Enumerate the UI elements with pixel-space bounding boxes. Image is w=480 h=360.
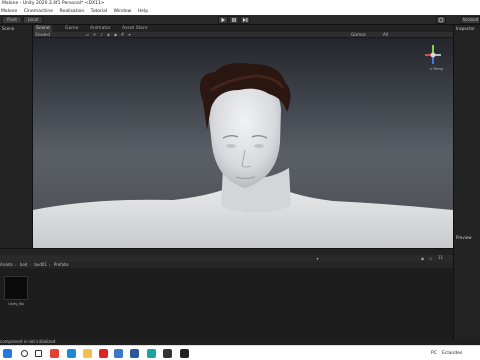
hierarchy-panel: Scene xyxy=(0,25,33,248)
menu-item-window[interactable]: Window xyxy=(114,9,132,14)
breadcrumb-item[interactable]: bod xyxy=(20,262,28,267)
menu-item-realisation[interactable]: Realisation xyxy=(60,9,85,14)
breadcrumb-item[interactable]: bod01 xyxy=(34,262,47,267)
local-toggle[interactable]: Local xyxy=(23,16,43,24)
store-icon[interactable] xyxy=(114,349,123,358)
2d-toggle-icon[interactable]: ▫ xyxy=(85,32,90,37)
windows-start-icon[interactable] xyxy=(3,349,12,358)
tab-animator[interactable]: Animator xyxy=(88,25,113,32)
asset-count-badge: 11 xyxy=(438,255,444,260)
pivot-toggle[interactable]: Pivot xyxy=(2,16,22,24)
chrome-icon[interactable] xyxy=(50,349,59,358)
search-icon[interactable] xyxy=(21,350,28,357)
lighting-toggle-icon[interactable]: ☀ xyxy=(92,32,97,37)
orientation-gizmo[interactable] xyxy=(421,42,445,68)
unity-icon[interactable] xyxy=(180,349,189,358)
account-button[interactable]: Account xyxy=(461,16,480,24)
menu-item-cinemachine[interactable]: Cinemachine xyxy=(24,9,53,14)
filter-icon[interactable]: ◆ xyxy=(420,256,425,261)
account-label: Account xyxy=(462,17,479,22)
local-label: Local xyxy=(27,17,39,22)
step-glyph xyxy=(243,18,248,22)
breadcrumb-separator: › xyxy=(29,262,32,267)
pivot-label: Pivot xyxy=(7,17,17,22)
breadcrumb-item[interactable]: Prefabs xyxy=(54,262,69,267)
effects-toggle-icon[interactable]: ◈ xyxy=(106,32,111,37)
project-toolbar: ▾ ◆ ◇ 11 xyxy=(0,255,453,262)
pause-icon[interactable] xyxy=(229,16,239,24)
pause-glyph xyxy=(232,18,236,22)
audio-toggle-icon[interactable]: ♪ xyxy=(99,32,104,37)
label-icon[interactable]: ◇ xyxy=(428,256,433,261)
edge-icon[interactable] xyxy=(67,349,76,358)
tray-user[interactable]: Eclairdes xyxy=(442,348,462,359)
cloud-icon[interactable] xyxy=(436,16,446,24)
file-explorer-icon[interactable] xyxy=(83,349,92,358)
menu-bar: Malone Cinemachine Realisation Tutorial … xyxy=(0,8,480,15)
tray-label[interactable]: PC xyxy=(431,348,437,359)
left-eye xyxy=(226,144,236,148)
menu-item-malone[interactable]: Malone xyxy=(1,9,17,14)
projection-label[interactable]: < Persp xyxy=(429,67,443,71)
grid-toggle-icon[interactable]: # xyxy=(120,32,125,37)
menu-item-help[interactable]: Help xyxy=(138,9,148,14)
step-icon[interactable] xyxy=(240,16,250,24)
play-glyph xyxy=(221,17,225,23)
task-view-icon[interactable] xyxy=(35,350,42,357)
menu-item-tutorial[interactable]: Tutorial xyxy=(91,9,108,14)
character-render xyxy=(33,63,453,248)
hierarchy-title: Scene xyxy=(2,26,15,31)
project-asset-grid: Unity_Bo xyxy=(0,268,453,339)
tab-game[interactable]: Game xyxy=(63,25,80,32)
unity-hub-icon[interactable] xyxy=(163,349,172,358)
breadcrumb-separator: › xyxy=(15,262,17,267)
word-icon[interactable] xyxy=(130,349,139,358)
window-title: Malone - Unity 2020.3.4f1 Personal* <DX1… xyxy=(0,0,480,8)
play-icon[interactable] xyxy=(218,16,228,24)
tab-asset-store[interactable]: Asset Store xyxy=(120,25,150,32)
scene-tab-bar: Scene Game Animator Asset Store xyxy=(33,25,453,32)
tab-scene[interactable]: Scene xyxy=(34,25,52,32)
rider-icon[interactable] xyxy=(147,349,156,358)
hidden-objects-icon[interactable]: ◉ xyxy=(113,32,118,37)
windows-taskbar: PC Eclairdes xyxy=(0,345,480,360)
scene-viewport[interactable]: < Persp xyxy=(33,38,453,248)
inspector-tab[interactable]: Inspector xyxy=(456,26,475,32)
preview-tab[interactable]: Preview xyxy=(456,235,472,241)
asset-thumbnail[interactable] xyxy=(4,276,28,300)
asset-name: Unity_Bo xyxy=(8,302,24,306)
breadcrumb-separator: › xyxy=(48,262,51,267)
cloud-glyph xyxy=(438,17,444,23)
project-tab-bar xyxy=(0,248,453,255)
opera-icon[interactable] xyxy=(99,349,108,358)
right-eye xyxy=(254,144,264,148)
inspector-panel: Inspector Preview xyxy=(453,25,480,345)
dropdown-icon[interactable]: ▾ xyxy=(315,256,320,261)
main-toolbar: Pivot Local Account xyxy=(0,15,480,25)
breadcrumb-item[interactable]: Assets xyxy=(0,262,13,267)
camera-settings-icon[interactable]: ▾ xyxy=(127,32,132,37)
